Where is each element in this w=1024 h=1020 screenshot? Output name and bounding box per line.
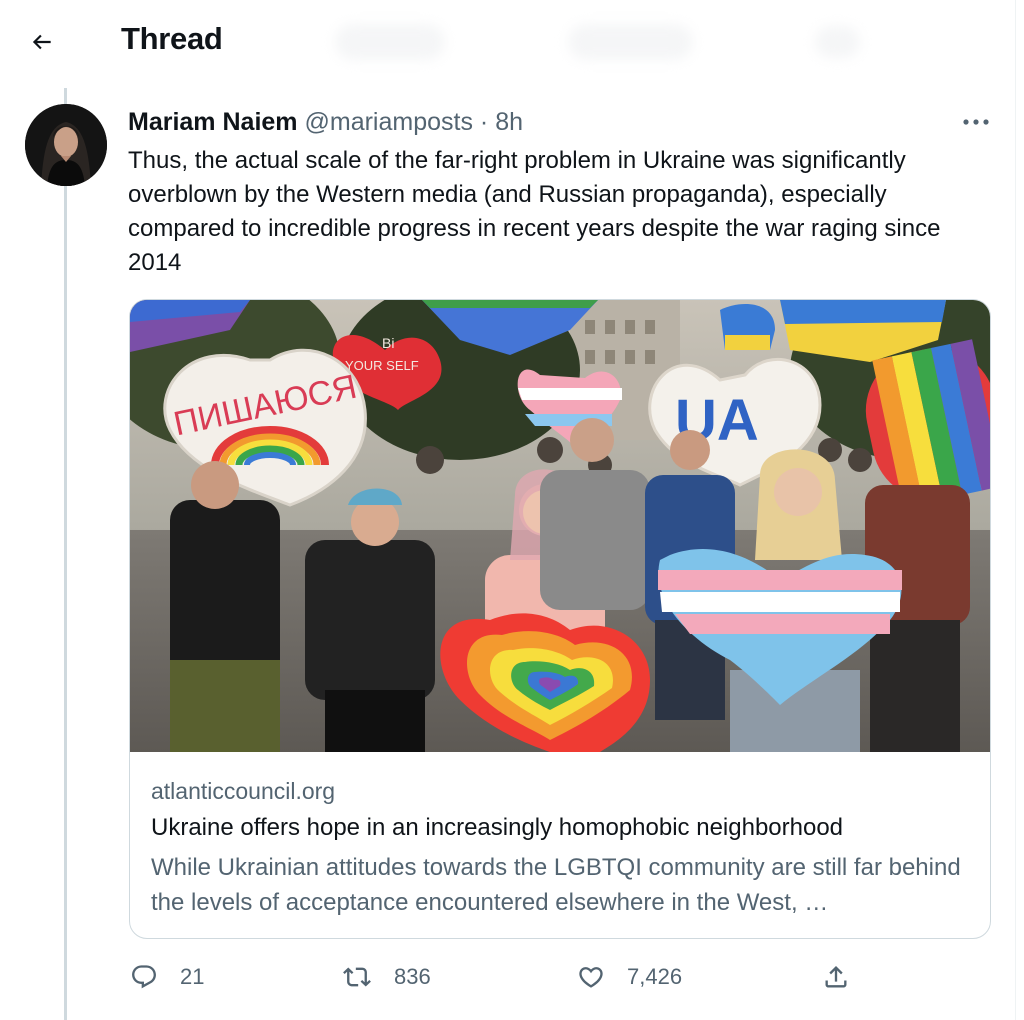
card-description: While Ukrainian attitudes towards the LG… xyxy=(151,854,961,916)
retweet-icon xyxy=(343,967,371,987)
card-domain: atlanticcouncil.org xyxy=(151,778,336,804)
sign-yourself-text: YOUR SELF xyxy=(345,358,419,373)
header-placeholder xyxy=(815,26,860,58)
card-image: Bi YOUR SELF ПИШАЮСЯ UA xyxy=(130,300,990,752)
pride-parade-photo: Bi YOUR SELF ПИШАЮСЯ UA xyxy=(130,300,990,752)
more-icon xyxy=(963,119,989,125)
back-arrow-icon xyxy=(32,34,51,50)
sign-be-text: Bi xyxy=(382,335,394,351)
tweet-header: Mariam Naiem @mariamposts · 8h xyxy=(128,107,523,137)
retweet-button[interactable]: 836 xyxy=(342,960,431,994)
more-button[interactable] xyxy=(956,108,996,136)
share-button[interactable] xyxy=(822,960,850,994)
card-title: Ukraine offers hope in an increasingly h… xyxy=(151,814,844,841)
tweet-time[interactable]: 8h xyxy=(495,108,523,136)
like-icon xyxy=(579,967,603,988)
author-name[interactable]: Mariam Naiem xyxy=(128,108,298,136)
avatar-image xyxy=(25,104,107,186)
header-placeholder xyxy=(335,24,445,60)
avatar[interactable] xyxy=(25,104,107,186)
reply-button[interactable]: 21 xyxy=(130,960,204,994)
author-handle[interactable]: @mariamposts xyxy=(304,108,472,136)
thread-connector-line xyxy=(64,88,67,1020)
reply-icon xyxy=(132,965,156,989)
column-border xyxy=(1015,0,1016,1020)
link-preview-card[interactable]: Bi YOUR SELF ПИШАЮСЯ UA atlanticcouncil.… xyxy=(129,299,991,939)
reply-count: 21 xyxy=(180,964,205,989)
retweet-count: 836 xyxy=(394,964,431,989)
like-button[interactable]: 7,426 xyxy=(577,960,682,994)
header-placeholder xyxy=(568,24,693,60)
back-button[interactable] xyxy=(22,22,62,62)
share-icon xyxy=(825,966,847,988)
tweet-text: Thus, the actual scale of the far-right … xyxy=(128,147,941,276)
like-count: 7,426 xyxy=(627,964,683,989)
page-title: Thread xyxy=(121,21,223,56)
separator-dot: · xyxy=(479,108,489,136)
